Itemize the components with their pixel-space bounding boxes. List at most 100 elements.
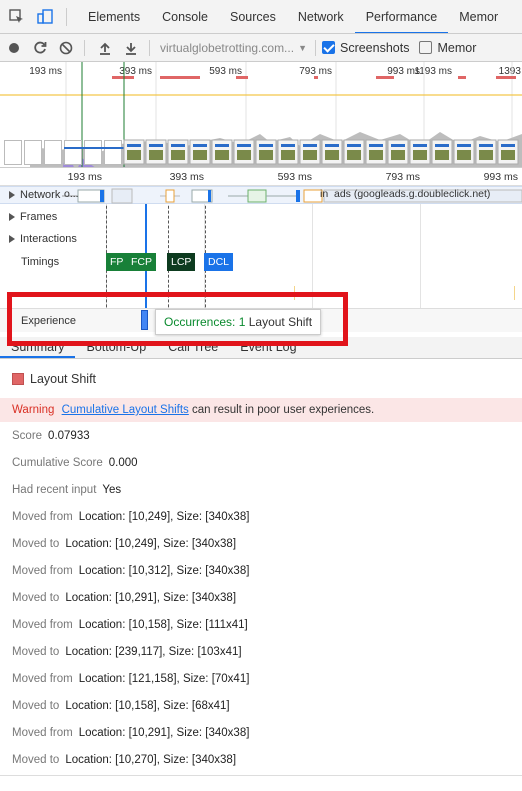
detail-row: Moved from Location: [10,158], Size: [111… (12, 619, 248, 631)
screenshots-checkbox[interactable] (321, 41, 335, 54)
detail-key: Moved from (12, 727, 73, 739)
fp-marker[interactable]: FP (106, 253, 128, 271)
tab-elements[interactable]: Elements (77, 0, 151, 33)
tab-network[interactable]: Network (287, 0, 355, 33)
tab-call-tree[interactable]: Call Tree (157, 337, 229, 358)
network-track[interactable]: Network o... in ads (googleads.g.doublec… (0, 186, 522, 204)
tooltip-label: Layout Shift (248, 315, 313, 329)
detail-row: Moved to Location: [10,249], Size: [340x3… (12, 538, 236, 550)
detail-value: Location: [10,291], Size: [340x38] (65, 592, 237, 604)
task-marker (294, 286, 295, 300)
memory-label: Memor (437, 40, 477, 55)
tab-summary[interactable]: Summary (0, 337, 76, 358)
divider (66, 7, 67, 26)
save-profile-button[interactable] (119, 36, 143, 60)
record-icon (9, 42, 19, 53)
task-marker (514, 286, 515, 300)
detail-key: Moved from (12, 511, 73, 523)
warning-banner: Warning Cumulative Layout Shifts can res… (0, 398, 522, 422)
tab-sources[interactable]: Sources (219, 0, 287, 33)
recording-select[interactable]: virtualglobetrotting.com... (156, 41, 298, 55)
detail-key: Moved to (12, 592, 60, 604)
divider (149, 39, 150, 56)
detail-key: Moved to (12, 646, 60, 658)
timeline-overview[interactable]: 193 ms 393 ms 593 ms 793 ms 993 ms 1193 … (0, 62, 522, 168)
expand-triangle-icon[interactable] (9, 213, 15, 221)
tab-performance[interactable]: Performance (354, 0, 449, 33)
chevron-down-icon[interactable]: ▼ (298, 43, 307, 53)
detail-key: Score (12, 430, 43, 442)
summary-panel: Layout Shift Warning Cumulative Layout S… (0, 360, 522, 791)
tab-console[interactable]: Console (151, 0, 219, 33)
layout-shift-swatch (12, 373, 24, 385)
detail-key: Moved from (12, 673, 73, 685)
clear-button[interactable] (54, 36, 78, 60)
detail-value: Location: [10,158], Size: [68x41] (65, 700, 230, 712)
reload-icon (34, 41, 47, 53)
tab-memory[interactable]: Memor (448, 0, 509, 33)
divider (0, 775, 522, 776)
timings-track-label: Timings (21, 256, 60, 268)
interactions-track-label: Interactions (20, 233, 77, 245)
network-request-label: ads (googleads.g.doubleclick.net) (334, 188, 491, 200)
fcp-marker[interactable]: FCP (127, 253, 156, 271)
cls-link[interactable]: Cumulative Layout Shifts (62, 404, 189, 416)
upload-icon (100, 42, 110, 55)
interactions-track[interactable]: Interactions (0, 228, 522, 250)
timeline-tick: 193 ms (67, 171, 102, 183)
detail-value: 0.07933 (48, 430, 90, 442)
detail-row: Score 0.07933 (12, 430, 90, 442)
detail-value: Location: [10,249], Size: [340x38] (65, 538, 237, 550)
network-request-label: in (320, 188, 329, 200)
timeline-tick: 393 ms (169, 171, 204, 183)
detail-key: Moved from (12, 565, 73, 577)
timeline-ruler: 193 ms 393 ms 593 ms 793 ms 993 ms (0, 168, 522, 186)
memory-checkbox[interactable] (419, 41, 433, 54)
inspect-element-icon[interactable] (6, 6, 28, 28)
detail-value: Location: [10,249], Size: [340x38] (78, 511, 250, 523)
network-request-label: o... (64, 188, 79, 200)
detail-row: Moved from Location: [10,312], Size: [340… (12, 565, 249, 577)
screenshot-filmstrip[interactable] (0, 136, 522, 167)
frames-track[interactable]: Frames (0, 206, 522, 228)
detail-value: Location: [10,291], Size: [340x38] (78, 727, 250, 739)
tab-event-log[interactable]: Event Log (229, 337, 307, 358)
detail-key: Moved to (12, 538, 60, 550)
timeline-tick: 793 ms (385, 171, 420, 183)
experience-track-label: Experience (21, 314, 77, 327)
detail-value: Location: [121,158], Size: [70x41] (78, 673, 250, 685)
detail-key: Moved from (12, 619, 73, 631)
summary-title: Layout Shift (12, 372, 96, 386)
detail-row: Moved to Location: [10,158], Size: [68x41… (12, 700, 230, 712)
detail-value: Yes (102, 484, 122, 496)
device-toolbar-icon[interactable] (34, 6, 56, 28)
expand-triangle-icon[interactable] (9, 235, 15, 243)
details-tabs: Summary Bottom-Up Call Tree Event Log (0, 337, 522, 359)
layout-shift-tooltip: Occurrences: 1 Layout Shift (155, 309, 322, 335)
dcl-marker[interactable]: DCL (204, 253, 234, 271)
clear-icon (59, 41, 73, 54)
record-button[interactable] (2, 36, 26, 60)
layout-shift-event[interactable] (141, 310, 148, 330)
timings-track[interactable]: Timings (0, 251, 522, 273)
detail-row: Moved to Location: [239,117], Size: [103x… (12, 646, 242, 658)
divider (314, 39, 316, 56)
tooltip-occurrences: Occurrences: 1 (164, 315, 246, 329)
detail-key: Cumulative Score (12, 457, 103, 469)
detail-row: Moved to Location: [10,270], Size: [340x3… (12, 754, 236, 766)
divider (84, 39, 85, 56)
reload-button[interactable] (28, 36, 52, 60)
frames-track-label: Frames (20, 211, 58, 223)
detail-row: Had recent input Yes (12, 484, 121, 496)
detail-row: Moved from Location: [121,158], Size: [70… (12, 673, 249, 685)
detail-row: Cumulative Score 0.000 (12, 457, 138, 469)
load-profile-button[interactable] (93, 36, 117, 60)
screenshots-label: Screenshots (339, 40, 410, 55)
detail-value: Location: [10,270], Size: [340x38] (65, 754, 237, 766)
detail-key: Moved to (12, 754, 60, 766)
summary-title-text: Layout Shift (30, 372, 97, 386)
tab-bottom-up[interactable]: Bottom-Up (75, 337, 157, 358)
performance-toolbar: virtualglobetrotting.com... ▼ Screenshot… (0, 34, 522, 62)
detail-row: Moved from Location: [10,291], Size: [340… (12, 727, 249, 739)
lcp-marker[interactable]: LCP (167, 253, 196, 271)
